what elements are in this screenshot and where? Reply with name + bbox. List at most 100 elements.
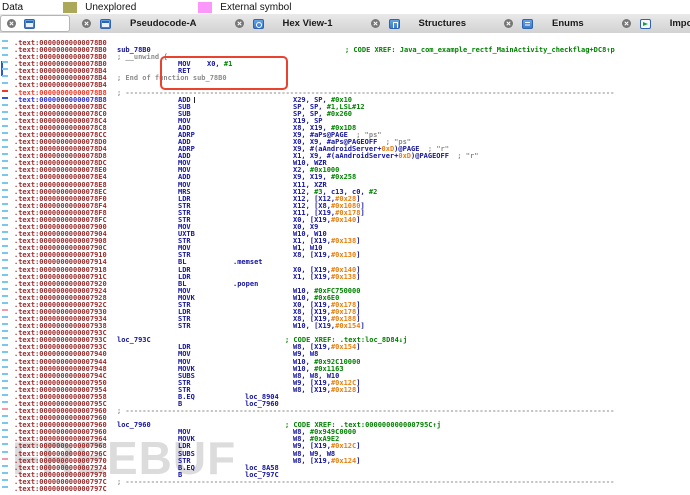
highlight-box xyxy=(160,56,288,90)
tab-ida-view[interactable] xyxy=(0,15,70,32)
nav-band-mark xyxy=(2,366,8,368)
legend-swatch-unexplored xyxy=(63,2,77,13)
tab-imports[interactable]: Imports xyxy=(610,16,690,31)
nav-band-mark xyxy=(2,40,8,42)
listing-line[interactable]: .text:000000000000797C xyxy=(0,486,690,493)
nav-band-mark xyxy=(2,472,8,474)
nav-band-mark xyxy=(2,351,8,353)
nav-band-mark xyxy=(2,97,8,99)
nav-band-mark xyxy=(2,436,8,438)
nav-band-mark xyxy=(2,167,8,169)
tab-label: Structures xyxy=(409,18,477,29)
close-icon[interactable] xyxy=(504,19,513,28)
separator: ; --------------------------------------… xyxy=(117,90,614,97)
nav-band-mark xyxy=(2,104,8,106)
nav-band-mark xyxy=(2,408,8,410)
nav-band-mark xyxy=(2,479,8,481)
tab-pseudocode-a[interactable]: Pseudocode-A xyxy=(70,16,219,31)
nav-band-mark xyxy=(2,401,8,403)
address: .text:000000000000797C xyxy=(14,486,107,493)
disassembly-listing[interactable]: FREEBUF .text:00000000000078B0.text:0000… xyxy=(0,33,690,495)
nav-band-mark xyxy=(2,274,8,276)
tab-structures[interactable]: Structures xyxy=(359,16,489,31)
nav-band-mark xyxy=(2,458,8,460)
operands: .popen xyxy=(233,281,258,288)
operands: X1, [X19,#0x138] xyxy=(293,274,360,281)
nav-band-mark xyxy=(2,422,8,424)
tab-label: Pseudocode-A xyxy=(120,18,207,29)
color-legend: Data Unexplored External symbol xyxy=(0,0,690,14)
structures-icon xyxy=(389,19,400,29)
nav-band-mark xyxy=(2,196,8,198)
nav-band-mark xyxy=(2,182,8,184)
nav-band-mark xyxy=(2,111,8,113)
legend-label-external-symbol: External symbol xyxy=(220,2,291,13)
imports-icon xyxy=(640,19,651,29)
nav-band-mark xyxy=(2,451,8,453)
mnemonic: STR xyxy=(178,323,191,330)
nav-band-mark xyxy=(2,146,8,148)
close-icon[interactable] xyxy=(622,19,631,28)
ida-window: Data Unexplored External symbol Pseudoco… xyxy=(0,0,690,495)
nav-band-mark xyxy=(2,54,8,56)
nav-band-mark xyxy=(2,394,8,396)
tab-bar: Pseudocode-A Hex View-1 Structures Enums… xyxy=(0,14,690,34)
operands: W8, [X19,#0x128] xyxy=(293,387,360,394)
operands: W8, [X19,#0x124] xyxy=(293,458,360,465)
nav-band-mark xyxy=(2,210,8,212)
close-icon[interactable] xyxy=(371,19,380,28)
tab-hex-view-1[interactable]: Hex View-1 xyxy=(223,16,355,31)
nav-band-mark xyxy=(2,281,8,283)
nav-band-mark xyxy=(2,238,8,240)
nav-band-mark xyxy=(2,203,8,205)
operands: W10, [X19,#0x154] xyxy=(293,323,365,330)
nav-band-mark xyxy=(2,486,8,488)
nav-band-mark xyxy=(2,380,8,382)
nav-band-mark xyxy=(2,387,8,389)
tab-label: Hex View-1 xyxy=(273,18,343,29)
nav-band-mark xyxy=(2,174,8,176)
nav-band-mark xyxy=(2,153,8,155)
ida-view-icon xyxy=(24,19,35,29)
nav-band-mark xyxy=(2,245,8,247)
close-icon[interactable] xyxy=(82,19,91,28)
nav-band-mark xyxy=(2,189,8,191)
close-icon[interactable] xyxy=(235,19,244,28)
nav-band-mark xyxy=(2,415,8,417)
tab-label: Imports xyxy=(660,18,690,29)
legend-swatch-external-symbol xyxy=(198,2,212,13)
legend-label-data: Data xyxy=(2,2,23,13)
label: loc_793C xyxy=(117,337,151,344)
nav-band-mark xyxy=(2,217,8,219)
xref-comment: ; CODE XREF: Java_com_example_rectf_Main… xyxy=(345,47,615,54)
nav-band-mark xyxy=(2,443,8,445)
nav-band-mark xyxy=(2,373,8,375)
separator: ; --------------------------------------… xyxy=(117,479,614,486)
legend-label-unexplored: Unexplored xyxy=(85,2,136,13)
nav-band-mark xyxy=(2,75,8,77)
nav-band-mark xyxy=(2,309,8,311)
nav-band-mark xyxy=(2,288,8,290)
nav-band-mark xyxy=(2,344,8,346)
nav-band-mark xyxy=(2,316,8,318)
nav-band-mark xyxy=(2,224,8,226)
nav-band-mark xyxy=(2,295,8,297)
nav-band-mark xyxy=(2,429,8,431)
label: loc_7960 xyxy=(117,422,151,429)
nav-band-mark xyxy=(2,61,8,63)
pseudocode-icon xyxy=(100,19,111,29)
nav-band-mark xyxy=(2,259,8,261)
nav-band-mark xyxy=(2,267,8,269)
nav-band-mark xyxy=(2,82,8,84)
nav-band-mark xyxy=(2,47,8,49)
nav-band-mark xyxy=(2,252,8,254)
tab-enums[interactable]: Enums xyxy=(492,16,606,31)
nav-band-mark xyxy=(2,139,8,141)
nav-band-mark xyxy=(2,231,8,233)
nav-band-mark xyxy=(2,359,8,361)
close-icon[interactable] xyxy=(7,19,16,28)
tab-label: Enums xyxy=(542,18,594,29)
nav-band-mark xyxy=(2,118,8,120)
separator: ; --------------------------------------… xyxy=(117,408,614,415)
nav-band-mark xyxy=(2,465,8,467)
